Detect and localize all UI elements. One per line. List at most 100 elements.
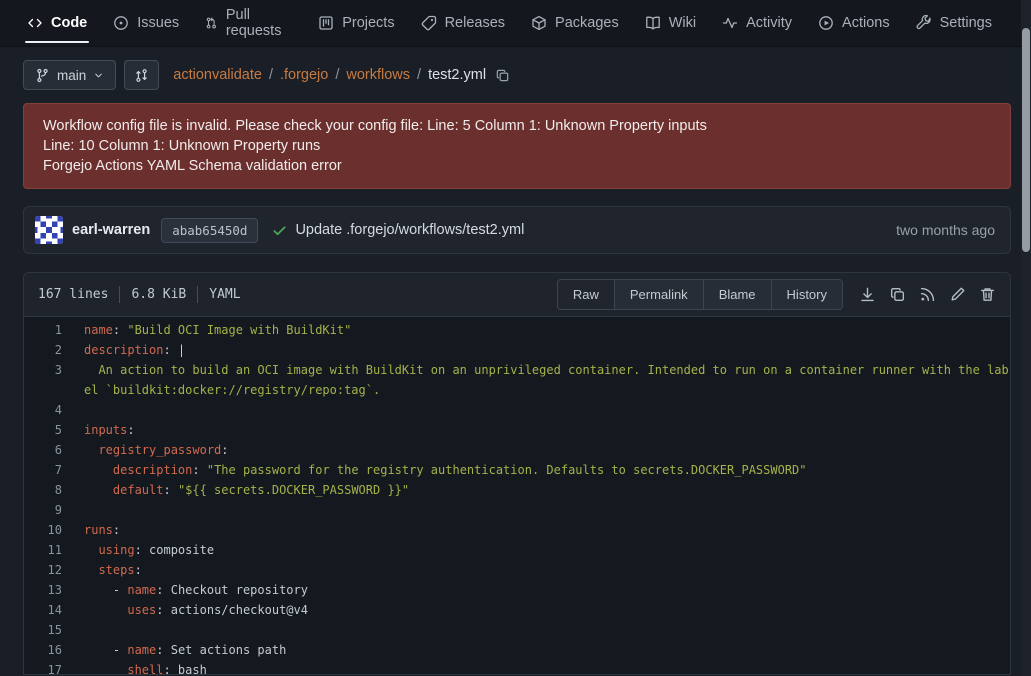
pulse-icon [722,15,738,31]
tab-packages[interactable]: Packages [518,0,632,46]
line-number[interactable]: 17 [24,660,84,675]
issue-icon [113,15,129,31]
branch-bar: main actionvalidate / .forgejo / workflows / t… [23,60,1011,90]
meta-divider [197,286,198,303]
tab-label: Actions [842,15,890,31]
branch-selector-button[interactable]: main [23,60,116,90]
tab-settings[interactable]: Settings [903,0,1005,46]
avatar[interactable] [35,216,63,244]
line-number[interactable]: 15 [24,620,84,640]
commit-message[interactable]: Update .forgejo/workflows/test2.yml [295,222,524,238]
breadcrumb-separator: / [335,67,339,83]
code-line: 3 An action to build an OCI image with B… [24,360,1010,400]
line-number[interactable]: 2 [24,340,84,360]
code-text: steps: [84,560,1010,580]
breadcrumb-link[interactable]: actionvalidate [173,67,262,83]
commit-author[interactable]: earl-warren [72,222,150,238]
trash-icon [979,286,996,303]
code-line: 11 using: composite [24,540,1010,560]
compare-button[interactable] [124,60,159,90]
line-number[interactable]: 3 [24,360,84,400]
code-line: 1name: "Build OCI Image with BuildKit" [24,320,1010,340]
tab-code[interactable]: Code [14,0,100,46]
copy-icon [495,68,510,83]
file-meta-item: 167 lines [38,287,108,302]
line-number[interactable]: 4 [24,400,84,420]
file-header: 167 lines6.8 KiBYAML RawPermalinkBlameHi… [24,273,1010,317]
line-number[interactable]: 9 [24,500,84,520]
tab-activity[interactable]: Activity [709,0,805,46]
code-line: 6 registry_password: [24,440,1010,460]
code-line: 4 [24,400,1010,420]
git-branch-icon [35,68,50,83]
breadcrumb-separator: / [269,67,273,83]
page-body: main actionvalidate / .forgejo / workflows / t… [0,60,1031,675]
scrollbar-thumb[interactable] [1022,28,1030,252]
code-line: 17 shell: bash [24,660,1010,675]
pull-request-icon [205,15,218,31]
tab-releases[interactable]: Releases [408,0,518,46]
line-number[interactable]: 7 [24,460,84,480]
history-button[interactable]: History [771,280,842,309]
code-line: 15 [24,620,1010,640]
latest-commit-row: earl-warren abab65450d Update .forgejo/w… [23,206,1011,254]
code-view: 1name: "Build OCI Image with BuildKit"2 d… [24,317,1010,675]
file-view-buttons: RawPermalinkBlameHistory [557,279,843,310]
tab-actions[interactable]: Actions [805,0,903,46]
code-text: runs: [84,520,1010,540]
code-line: 14 uses: actions/checkout@v4 [24,600,1010,620]
breadcrumb-current: test2.yml [428,67,486,83]
line-number[interactable]: 6 [24,440,84,460]
wrench-icon [916,15,932,31]
code-line: 5inputs: [24,420,1010,440]
line-number[interactable]: 12 [24,560,84,580]
line-number[interactable]: 14 [24,600,84,620]
breadcrumb-link[interactable]: .forgejo [280,67,328,83]
copy-button[interactable] [889,286,906,303]
breadcrumb-separator: / [417,67,421,83]
line-number[interactable]: 16 [24,640,84,660]
line-number[interactable]: 8 [24,480,84,500]
tab-projects[interactable]: Projects [305,0,407,46]
code-line: 7 description: "The password for the reg… [24,460,1010,480]
branch-name: main [57,68,86,83]
tab-issues[interactable]: Issues [100,0,192,46]
meta-divider [119,286,120,303]
error-banner-line: Line: 10 Column 1: Unknown Property runs [43,136,991,156]
breadcrumb-link[interactable]: workflows [346,67,410,83]
commit-hash-badge[interactable]: abab65450d [161,218,258,243]
line-number[interactable]: 13 [24,580,84,600]
code-text: name: "Build OCI Image with BuildKit" [84,320,1010,340]
rss-button[interactable] [919,286,936,303]
copy-icon [889,286,906,303]
tab-label: Releases [445,15,505,31]
code-line: 13 - name: Checkout repository [24,580,1010,600]
trash-button[interactable] [979,286,996,303]
pencil-button[interactable] [949,286,966,303]
tab-label: Activity [746,15,792,31]
permalink-button[interactable]: Permalink [614,280,703,309]
line-number[interactable]: 1 [24,320,84,340]
pencil-icon [949,286,966,303]
line-number[interactable]: 11 [24,540,84,560]
tab-wiki[interactable]: Wiki [632,0,709,46]
line-number[interactable]: 10 [24,520,84,540]
tab-pull-requests[interactable]: Pull requests [192,0,305,46]
project-icon [318,15,334,31]
blame-button[interactable]: Blame [703,280,771,309]
code-text: using: composite [84,540,1010,560]
code-text: - name: Set actions path [84,640,1010,660]
line-number[interactable]: 5 [24,420,84,440]
code-text: registry_password: [84,440,1010,460]
code-text: inputs: [84,420,1010,440]
chevron-down-icon [93,70,104,81]
check-icon [272,223,287,238]
tab-label: Code [51,15,87,31]
download-button[interactable] [859,286,876,303]
code-line: 10runs: [24,520,1010,540]
copy-path-icon[interactable] [495,68,510,83]
raw-button[interactable]: Raw [558,280,614,309]
code-text: description: "The password for the regis… [84,460,1010,480]
code-text: default: "${{ secrets.DOCKER_PASSWORD }}… [84,480,1010,500]
code-line: 9 [24,500,1010,520]
